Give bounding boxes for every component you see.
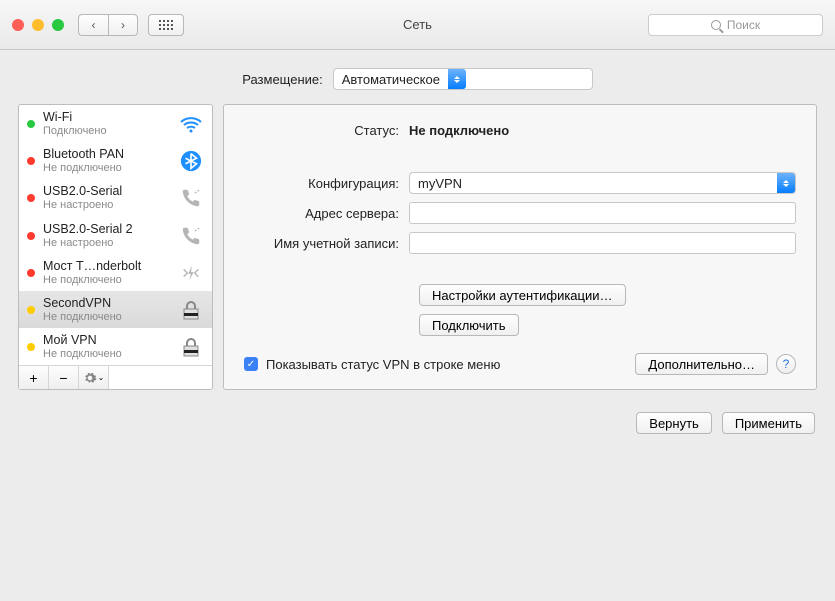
service-text: Bluetooth PANНе подключено [43, 147, 170, 175]
nav-buttons: ‹ › [78, 14, 138, 36]
service-text: SecondVPNНе подключено [43, 296, 170, 324]
service-name: Bluetooth PAN [43, 147, 170, 162]
thunderbolt-icon [178, 263, 204, 283]
chevron-updown-icon [777, 173, 795, 193]
service-text: Мост T…nderboltНе подключено [43, 259, 170, 287]
status-dot-icon [27, 120, 35, 128]
content: Wi-FiПодключеноBluetooth PANНе подключен… [0, 104, 835, 402]
account-row: Имя учетной записи: [244, 232, 796, 254]
revert-button[interactable]: Вернуть [636, 412, 712, 434]
close-icon[interactable] [12, 19, 24, 31]
service-name: Wi-Fi [43, 110, 170, 125]
service-item-2[interactable]: USB2.0-SerialНе настроено [19, 179, 212, 216]
chevron-updown-icon [448, 69, 466, 89]
location-label: Размещение: [242, 72, 323, 87]
location-value: Автоматическое [334, 72, 448, 87]
service-status: Не подключено [43, 348, 170, 361]
service-status: Не подключено [43, 274, 170, 287]
show-status-label: Показывать статус VPN в строке меню [266, 357, 500, 372]
service-actions-button[interactable]: ⌄ [79, 366, 109, 389]
service-item-1[interactable]: Bluetooth PANНе подключено [19, 142, 212, 179]
service-status: Не подключено [43, 311, 170, 324]
config-select[interactable]: myVPN [409, 172, 796, 194]
add-service-button[interactable]: + [19, 366, 49, 389]
service-details: Статус: Не подключено Конфигурация: myVP… [223, 104, 817, 390]
lock-icon [178, 299, 204, 321]
config-value: myVPN [410, 176, 470, 191]
minimize-icon[interactable] [32, 19, 44, 31]
status-dot-icon [27, 343, 35, 351]
wifi-icon [178, 114, 204, 134]
service-name: USB2.0-Serial 2 [43, 222, 170, 237]
service-text: Wi-FiПодключено [43, 110, 170, 138]
window-title: Сеть [403, 17, 432, 32]
chevron-down-icon: ⌄ [98, 373, 105, 382]
apply-button[interactable]: Применить [722, 412, 815, 434]
status-dot-icon [27, 269, 35, 277]
account-input[interactable] [409, 232, 796, 254]
grid-icon [159, 20, 173, 30]
location-row: Размещение: Автоматическое [0, 50, 835, 104]
remove-service-button[interactable]: − [49, 366, 79, 389]
gear-icon [83, 371, 97, 385]
service-list-toolbar: + − ⌄ [19, 365, 212, 389]
config-row: Конфигурация: myVPN [244, 172, 796, 194]
service-list-panel: Wi-FiПодключеноBluetooth PANНе подключен… [18, 104, 213, 390]
service-text: USB2.0-Serial 2Не настроено [43, 222, 170, 250]
help-button[interactable]: ? [776, 354, 796, 374]
service-item-5[interactable]: SecondVPNНе подключено [19, 291, 212, 328]
status-dot-icon [27, 306, 35, 314]
service-status: Подключено [43, 125, 170, 138]
status-dot-icon [27, 232, 35, 240]
search-input[interactable]: Поиск [648, 14, 823, 36]
service-item-3[interactable]: USB2.0-Serial 2Не настроено [19, 217, 212, 254]
service-item-6[interactable]: Мой VPNНе подключено [19, 328, 212, 365]
action-buttons: Настройки аутентификации… Подключить [419, 284, 796, 336]
auth-settings-button[interactable]: Настройки аутентификации… [419, 284, 626, 306]
service-status: Не настроено [43, 199, 170, 212]
connect-button[interactable]: Подключить [419, 314, 519, 336]
phone-icon [178, 225, 204, 247]
service-name: SecondVPN [43, 296, 170, 311]
search-icon [711, 20, 721, 30]
details-footer: ✓ Показывать статус VPN в строке меню До… [244, 353, 796, 375]
search-placeholder: Поиск [727, 18, 760, 32]
status-dot-icon [27, 194, 35, 202]
service-status: Не подключено [43, 162, 170, 175]
phone-icon [178, 187, 204, 209]
advanced-button[interactable]: Дополнительно… [635, 353, 768, 375]
service-name: Мост T…nderbolt [43, 259, 170, 274]
window-controls [12, 19, 64, 31]
service-item-0[interactable]: Wi-FiПодключено [19, 105, 212, 142]
status-value: Не подключено [409, 123, 509, 138]
server-row: Адрес сервера: [244, 202, 796, 224]
show-status-checkbox[interactable]: ✓ [244, 357, 258, 371]
server-label: Адрес сервера: [244, 206, 409, 221]
service-text: USB2.0-SerialНе настроено [43, 184, 170, 212]
service-text: Мой VPNНе подключено [43, 333, 170, 361]
lock-icon [178, 336, 204, 358]
config-label: Конфигурация: [244, 176, 409, 191]
zoom-icon[interactable] [52, 19, 64, 31]
window-footer: Вернуть Применить [0, 402, 835, 448]
status-row: Статус: Не подключено [244, 123, 796, 138]
status-dot-icon [27, 157, 35, 165]
service-item-4[interactable]: Мост T…nderboltНе подключено [19, 254, 212, 291]
back-button[interactable]: ‹ [78, 14, 108, 36]
server-input[interactable] [409, 202, 796, 224]
account-label: Имя учетной записи: [244, 236, 409, 251]
service-name: Мой VPN [43, 333, 170, 348]
service-list: Wi-FiПодключеноBluetooth PANНе подключен… [19, 105, 212, 365]
status-label: Статус: [244, 123, 409, 138]
service-name: USB2.0-Serial [43, 184, 170, 199]
show-all-button[interactable] [148, 14, 184, 36]
location-select[interactable]: Автоматическое [333, 68, 593, 90]
bluetooth-icon [178, 150, 204, 172]
service-status: Не настроено [43, 237, 170, 250]
titlebar: ‹ › Сеть Поиск [0, 0, 835, 50]
forward-button[interactable]: › [108, 14, 138, 36]
